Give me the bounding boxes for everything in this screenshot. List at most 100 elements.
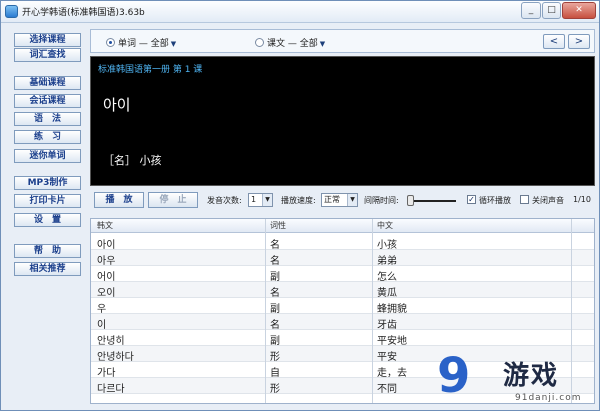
- cell-korean: 가다: [97, 368, 116, 379]
- watermark-logo: 9: [437, 348, 470, 404]
- word-meaning: ［名］ 小孩: [103, 154, 162, 167]
- mode-panel: 单词 — 全部 ▼ 课文 — 全部 ▼ < >: [90, 29, 595, 53]
- cell-korean: 안녕하다: [97, 352, 134, 363]
- text-mode-radio[interactable]: 课文 — 全部 ▼: [255, 36, 325, 49]
- column-header-pos[interactable]: 词性: [270, 220, 286, 231]
- table-row[interactable]: 어이 副 怎么: [91, 266, 594, 283]
- column-header-chinese[interactable]: 中文: [377, 220, 393, 231]
- cell-pos: 名: [270, 240, 280, 251]
- page-counter: 1/10: [573, 195, 591, 204]
- table-row[interactable]: 안녕히 副 平安地: [91, 330, 594, 347]
- word-mode-radio[interactable]: 单词 — 全部 ▼: [106, 36, 176, 49]
- interval-slider-handle[interactable]: [407, 195, 415, 206]
- cell-pos: 自: [270, 368, 280, 379]
- interval-slider-track[interactable]: [408, 200, 456, 202]
- cell-korean: 아이: [97, 240, 116, 251]
- maximize-button[interactable]: □: [542, 2, 561, 19]
- table-row[interactable]: 아우 名 弟弟: [91, 250, 594, 267]
- cell-pos: 形: [270, 352, 280, 363]
- cell-pos: 形: [270, 384, 280, 395]
- cell-chinese: 黄瓜: [377, 288, 397, 299]
- stop-button[interactable]: 停 止: [148, 192, 198, 208]
- mute-label: 关闭声音: [532, 196, 564, 205]
- table-row[interactable]: 우 副 蜂拥貌: [91, 298, 594, 315]
- playback-controls: 播 放 停 止 发音次数: 1 ▼ 播放速度: 正常 ▼ 间隔时间: ✓ 循环播…: [90, 190, 595, 210]
- repeat-count-value: 1: [251, 195, 257, 204]
- cell-korean: 아우: [97, 256, 116, 267]
- window-title: 开心学韩语(标准韩国语)3.63b: [22, 8, 145, 18]
- cell-korean: 이: [97, 320, 107, 331]
- repeat-count-label: 发音次数:: [207, 196, 242, 205]
- cell-korean: 다르다: [97, 384, 125, 395]
- loop-label: 循环播放: [479, 196, 511, 205]
- flashcard-display: 标准韩国语第一册 第 1 课 아이 ［名］ 小孩: [90, 56, 595, 186]
- cell-pos: 副: [270, 304, 280, 315]
- cell-chinese: 弟弟: [377, 256, 397, 267]
- sidebar-print-cards-button[interactable]: 打印卡片: [14, 194, 81, 208]
- sidebar-settings-button[interactable]: 设 置: [14, 213, 81, 227]
- sidebar-mini-words-button[interactable]: 迷你单词: [14, 149, 81, 163]
- cell-pos: 副: [270, 272, 280, 283]
- sidebar-conversation-course-button[interactable]: 会话课程: [14, 94, 81, 108]
- watermark-url: 91danji.com: [515, 393, 582, 403]
- radio-unselected-icon: [255, 38, 264, 47]
- cell-chinese: 走，去: [377, 368, 407, 379]
- cell-chinese: 平安: [377, 352, 397, 363]
- interval-label: 间隔时间:: [364, 196, 399, 205]
- sidebar-select-course-button[interactable]: 选择课程: [14, 33, 81, 47]
- app-icon: [5, 5, 18, 18]
- table-row[interactable]: 오이 名 黄瓜: [91, 282, 594, 299]
- sidebar-practice-button[interactable]: 练 习: [14, 130, 81, 144]
- prev-button[interactable]: <: [543, 34, 565, 49]
- cell-pos: 名: [270, 320, 280, 331]
- cell-korean: 우: [97, 304, 107, 315]
- dropdown-arrow-icon[interactable]: ▼: [320, 40, 325, 48]
- cell-pos: 名: [270, 288, 280, 299]
- cell-korean: 안녕히: [97, 336, 125, 347]
- speed-label: 播放速度:: [281, 196, 316, 205]
- text-mode-label: 课文 — 全部: [267, 39, 318, 49]
- repeat-count-select[interactable]: 1 ▼: [248, 193, 273, 207]
- cell-korean: 어이: [97, 272, 116, 283]
- speed-value: 正常: [324, 195, 340, 204]
- column-header-korean[interactable]: 韩文: [97, 220, 113, 231]
- word-mode-label: 单词 — 全部: [118, 39, 169, 49]
- minimize-button[interactable]: _: [521, 2, 541, 19]
- loop-checkbox[interactable]: ✓: [467, 195, 476, 204]
- sidebar-recommend-button[interactable]: 相关推荐: [14, 262, 81, 276]
- radio-selected-icon: [106, 38, 115, 47]
- cell-chinese: 平安地: [377, 336, 407, 347]
- next-button[interactable]: >: [568, 34, 590, 49]
- play-button[interactable]: 播 放: [94, 192, 144, 208]
- cell-pos: 名: [270, 256, 280, 267]
- cell-chinese: 怎么: [377, 272, 397, 283]
- mute-checkbox[interactable]: [520, 195, 529, 204]
- sidebar-mp3-button[interactable]: MP3制作: [14, 176, 81, 190]
- watermark-brand: 游戏: [503, 361, 560, 391]
- cell-korean: 오이: [97, 288, 116, 299]
- app-window: 开心学韩语(标准韩国语)3.63b _ □ ✕ 选择课程 词汇查找 基础课程 会…: [0, 0, 600, 411]
- table-row[interactable]: 이 名 牙齿: [91, 314, 594, 331]
- cell-pos: 副: [270, 336, 280, 347]
- sidebar-help-button[interactable]: 帮 助: [14, 244, 81, 258]
- site-watermark: 9 游戏 91danji.com: [437, 348, 599, 410]
- table-header: 韩文 词性 中文: [91, 219, 594, 233]
- korean-word: 아이: [103, 96, 131, 114]
- cell-chinese: 小孩: [377, 240, 397, 251]
- chevron-down-icon: ▼: [347, 194, 357, 206]
- cell-chinese: 不同: [377, 384, 397, 395]
- sidebar-word-search-button[interactable]: 词汇查找: [14, 48, 81, 62]
- cell-chinese: 蜂拥貌: [377, 304, 407, 315]
- speed-select[interactable]: 正常 ▼: [321, 193, 358, 207]
- sidebar-basic-course-button[interactable]: 基础课程: [14, 76, 81, 90]
- close-button[interactable]: ✕: [562, 2, 596, 19]
- dropdown-arrow-icon[interactable]: ▼: [171, 40, 176, 48]
- table-row[interactable]: 아이 名 小孩: [91, 234, 594, 251]
- lesson-title: 标准韩国语第一册 第 1 课: [98, 65, 203, 75]
- sidebar: 选择课程 词汇查找 基础课程 会话课程 语 法 练 习 迷你单词 MP3制作 打…: [1, 24, 89, 410]
- sidebar-grammar-button[interactable]: 语 法: [14, 112, 81, 126]
- column-divider: [265, 219, 266, 403]
- column-divider: [372, 219, 373, 403]
- cell-chinese: 牙齿: [377, 320, 397, 331]
- chevron-down-icon: ▼: [262, 194, 272, 206]
